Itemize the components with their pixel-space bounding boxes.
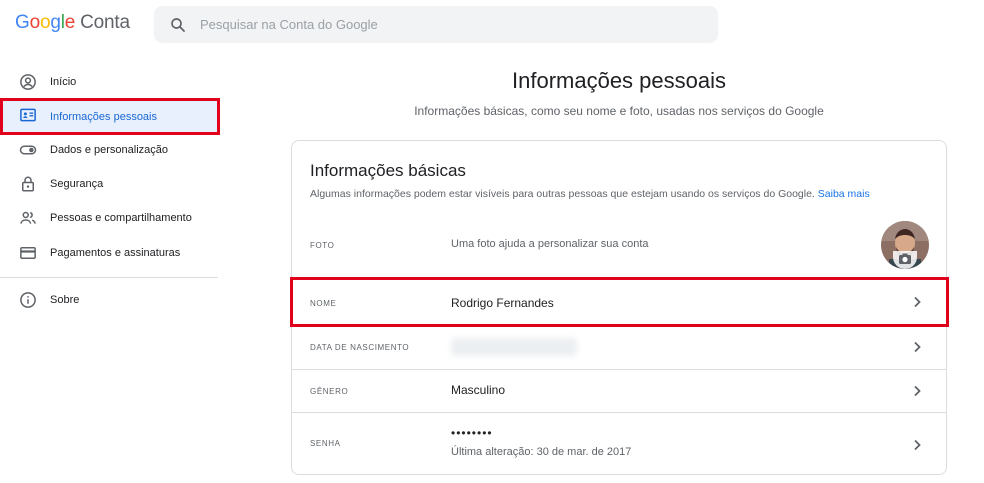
sidebar-item-label: Segurança [50, 178, 104, 190]
sidebar-item-label: Informações pessoais [50, 110, 157, 123]
card-title: Informações básicas [310, 161, 466, 180]
sidebar-item-label: Dados e personalização [50, 144, 169, 156]
photo-label: FOTO [310, 241, 335, 250]
name-row-highlight [290, 277, 949, 327]
password-row[interactable]: SENHA •••••••• Última alteração: 30 de m… [292, 413, 946, 475]
sidebar-divider [0, 277, 218, 278]
gender-value: Masculino [451, 383, 506, 397]
photo-hint: Uma foto ajuda a personalizar sua conta [451, 238, 649, 250]
search-input[interactable]: Pesquisar na Conta do Google [200, 17, 378, 32]
birthday-row[interactable]: DATA DE NASCIMENTO [292, 327, 946, 370]
chevron-right-icon [914, 439, 921, 451]
credit-card-icon [20, 247, 36, 259]
id-card-icon [20, 108, 36, 122]
birthday-value-blurred [451, 338, 577, 356]
product-name: Conta [80, 12, 130, 33]
card-description-text: Algumas informações podem estar visíveis… [310, 188, 815, 200]
sidebar-item-sobre[interactable]: Sobre [0, 283, 218, 317]
info-icon [20, 292, 36, 308]
learn-more-link[interactable]: Saiba mais [818, 188, 870, 200]
sidebar-item-seguranca[interactable]: Segurança [0, 167, 218, 201]
password-last-changed: Última alteração: 30 de mar. de 2017 [451, 446, 632, 458]
people-icon [20, 211, 36, 224]
sidebar-item-pessoas-compartilhamento[interactable]: Pessoas e compartilhamento [0, 201, 218, 235]
lock-icon [22, 176, 34, 192]
chevron-right-icon [914, 385, 921, 397]
page-subtitle: Informações básicas, como seu nome e fot… [414, 104, 824, 118]
logo-letter: o [29, 12, 41, 33]
sidebar-item-label: Início [50, 76, 77, 88]
card-description: Algumas informações podem estar visíveis… [310, 188, 870, 200]
search-icon[interactable] [169, 16, 187, 34]
sidebar-item-inicio[interactable]: Início [0, 65, 218, 99]
password-value: •••••••• [451, 426, 493, 440]
camera-icon [899, 253, 911, 264]
photo-row[interactable]: FOTO Uma foto ajuda a personalizar sua c… [292, 221, 946, 277]
google-logo[interactable]: Google Conta [15, 12, 130, 34]
sidebar-item-informacoes-pessoais[interactable]: Informações pessoais [0, 98, 220, 135]
header: Google Conta Pesquisar na Conta do Googl… [0, 0, 984, 48]
password-label: SENHA [310, 439, 341, 448]
account-circle-icon [20, 74, 36, 90]
sidebar-item-label: Pagamentos e assinaturas [50, 247, 181, 259]
sidebar-item-pagamentos-assinaturas[interactable]: Pagamentos e assinaturas [0, 236, 218, 270]
logo-letter: g [50, 12, 61, 33]
sidebar-item-label: Pessoas e compartilhamento [50, 212, 192, 224]
logo-letter: o [39, 12, 51, 33]
birthday-label: DATA DE NASCIMENTO [310, 343, 410, 352]
sidebar-item-label: Sobre [50, 294, 80, 306]
gender-row[interactable]: GÊNERO Masculino [292, 370, 946, 413]
page-title: Informações pessoais [512, 68, 726, 93]
avatar[interactable] [881, 221, 929, 269]
camera-badge[interactable] [893, 251, 917, 269]
sidebar-item-dados-personalizacao[interactable]: Dados e personalização [0, 133, 218, 167]
gender-label: GÊNERO [310, 387, 349, 396]
search-bar[interactable]: Pesquisar na Conta do Google [154, 6, 718, 43]
logo-letter: G [15, 12, 30, 33]
logo-letter: e [64, 12, 76, 33]
toggle-icon [19, 145, 37, 155]
chevron-right-icon [914, 341, 921, 353]
